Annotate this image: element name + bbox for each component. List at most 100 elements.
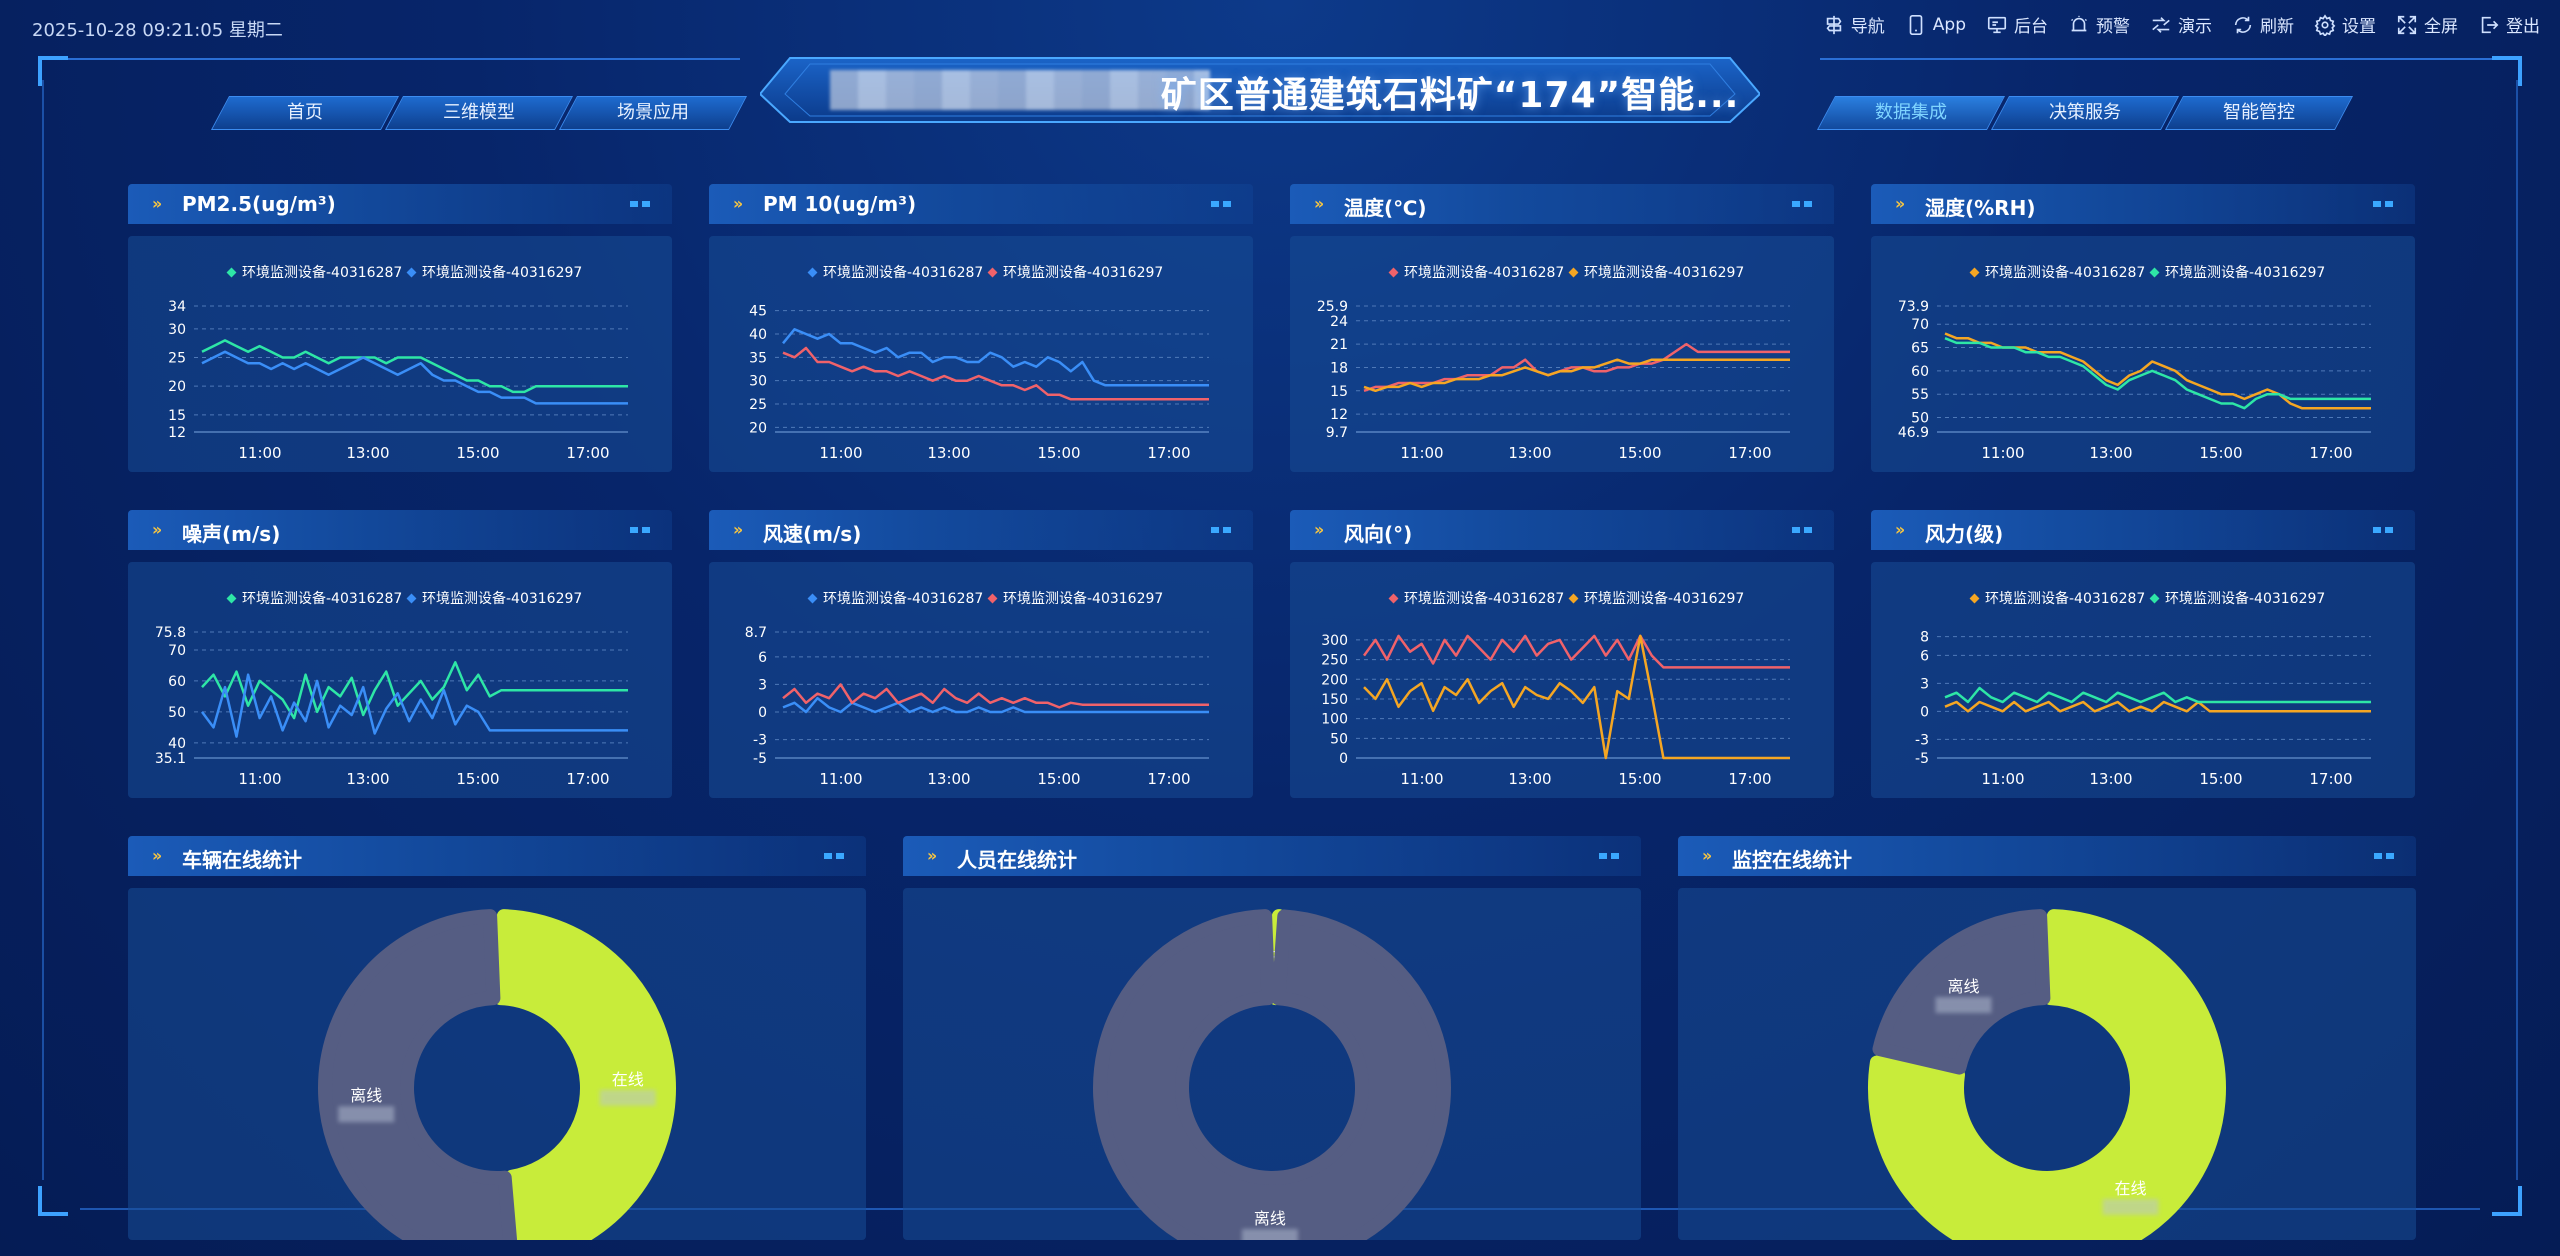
panel-header: ›› 噪声(m/s) <box>128 510 672 550</box>
legend-item[interactable]: 环境监测设备-40316287 <box>807 264 984 281</box>
y-tick-label: 150 <box>1321 692 1348 708</box>
slice-value-redacted <box>338 1106 395 1123</box>
gear-icon <box>2314 13 2336 36</box>
x-tick-label: 11:00 <box>1981 444 2024 462</box>
legend-item[interactable]: 环境监测设备-40316297 <box>2149 590 2326 607</box>
x-tick-label: 11:00 <box>1400 770 1443 788</box>
y-tick-label: 46.9 <box>1898 425 1929 441</box>
app-action-button[interactable]: App <box>1905 12 1966 37</box>
x-tick-label: 17:00 <box>566 770 609 788</box>
demo-action-button[interactable]: 演示 <box>2150 12 2212 37</box>
nav-tab-scene-app[interactable]: 场景应用 <box>558 96 748 130</box>
header-dots-icon <box>824 853 846 859</box>
line-chart-temp: 环境监测设备-40316287 环境监测设备-40316297 9.7 12 15 18 2… <box>1317 264 1790 462</box>
panel-header: ›› 风速(m/s) <box>709 510 1253 550</box>
panel-vehicles: ›› 车辆在线统计 在线 离线 <box>128 836 866 1256</box>
alarm-action-button[interactable]: 预警 <box>2068 12 2130 37</box>
pie-slice-offline[interactable] <box>318 909 519 1256</box>
refresh-icon <box>2234 16 2252 33</box>
series-line <box>201 350 628 405</box>
shuffle-icon <box>2152 16 2170 33</box>
logout-action-button[interactable]: 登出 <box>2478 12 2540 37</box>
series-line <box>1944 700 2371 713</box>
panel-title: 风向(°) <box>1344 522 1413 546</box>
frame-top-right-line <box>1820 58 2500 60</box>
panel-people: ›› 人员在线统计 在线离线 <box>903 836 1641 1256</box>
legend-item[interactable]: 环境监测设备-40316297 <box>2149 264 2326 281</box>
header-dots-icon <box>1211 201 1233 207</box>
panel-pm10: ›› PM 10(ug/m³) 环境监测设备-40316287 环境监测设备-40… <box>709 184 1253 472</box>
panel-header: ›› 风向(°) <box>1290 510 1834 550</box>
double-chevron-icon: ›› <box>152 194 162 213</box>
panel-noise: ›› 噪声(m/s) 环境监测设备-40316287 环境监测设备-4031629… <box>128 510 672 798</box>
header-dots-icon <box>2373 527 2395 533</box>
x-tick-label: 13:00 <box>927 444 970 462</box>
slice-label: 离线 <box>350 1086 382 1105</box>
x-tick-label: 11:00 <box>819 444 862 462</box>
x-tick-label: 15:00 <box>1037 444 1080 462</box>
legend-label: 环境监测设备-40316287 <box>1985 264 2145 281</box>
double-chevron-icon: ›› <box>927 846 937 865</box>
x-tick-label: 17:00 <box>1147 770 1190 788</box>
line-chart-pm25: 环境监测设备-40316287 环境监测设备-40316297 1215 20 25 30… <box>168 264 628 462</box>
x-tick-label: 11:00 <box>238 770 281 788</box>
line-chart-winddir: 环境监测设备-40316287 环境监测设备-40316297 0 50 100 150 2… <box>1321 590 1790 788</box>
legend-item[interactable]: 环境监测设备-40316287 <box>226 264 403 281</box>
legend-item[interactable]: 环境监测设备-40316287 <box>1388 264 1565 281</box>
legend-item[interactable]: 环境监测设备-40316287 <box>1969 590 2146 607</box>
legend-item[interactable]: 环境监测设备-40316287 <box>226 590 403 607</box>
frame-top-left-line <box>60 58 740 60</box>
header-dots-icon <box>630 527 652 533</box>
pie-slice-offline[interactable] <box>1093 909 1451 1256</box>
nav-tab-smart-control[interactable]: 智能管控 <box>2164 96 2354 130</box>
y-tick-label: 9.7 <box>1326 425 1348 441</box>
slice-label: 离线 <box>1254 1209 1286 1228</box>
panel-title: PM2.5(ug/m³) <box>182 192 336 216</box>
nav-tab-home[interactable]: 首页 <box>210 96 400 130</box>
legend-label: 环境监测设备-40316287 <box>1985 590 2145 607</box>
panel-header: ›› PM2.5(ug/m³) <box>128 184 672 224</box>
nav-tab-3d-model[interactable]: 三维模型 <box>384 96 574 130</box>
legend-item[interactable]: 环境监测设备-40316297 <box>1568 264 1745 281</box>
panel-body: 环境监测设备-40316287 环境监测设备-40316297 46.9 50 55 60… <box>1871 236 2415 472</box>
line-chart-windspeed: 环境监测设备-40316287 环境监测设备-40316297 -5 -3 0 3 6 8.7… <box>745 590 1209 788</box>
fullscreen-action-button[interactable]: 全屏 <box>2396 12 2458 37</box>
slice-value-redacted <box>2102 1198 2159 1215</box>
legend-item[interactable]: 环境监测设备-40316287 <box>807 590 984 607</box>
top-bar: 2025-10-28 09:21:05 星期二 导航 App 后台 预警 演示 … <box>0 0 2560 56</box>
settings-action-button[interactable]: 设置 <box>2314 12 2376 37</box>
legend-item[interactable]: 环境监测设备-40316297 <box>987 590 1164 607</box>
refresh-action-button[interactable]: 刷新 <box>2232 12 2294 37</box>
page-title: 矿区普通建筑石料矿“174”智能... <box>1160 75 1740 116</box>
backend-action-button[interactable]: 后台 <box>1986 12 2048 37</box>
legend-item[interactable]: 环境监测设备-40316287 <box>1969 264 2146 281</box>
x-tick-label: 17:00 <box>1728 770 1771 788</box>
fullscreen-icon <box>2397 15 2417 34</box>
legend-label: 环境监测设备-40316287 <box>823 590 983 607</box>
y-tick-label: -3 <box>1915 732 1929 748</box>
legend-item[interactable]: 环境监测设备-40316297 <box>406 590 583 607</box>
legend-marker <box>1969 593 1980 604</box>
y-tick-label: 50 <box>1911 411 1929 427</box>
alarm-bell-icon <box>2071 15 2087 31</box>
panel-body: 环境监测设备-40316287 环境监测设备-40316297 20 25 30 35 40… <box>709 236 1253 472</box>
series-line <box>200 673 628 738</box>
frame-corner-bl <box>38 1186 68 1216</box>
y-tick-label: 200 <box>1321 672 1348 688</box>
slice-label: 在线 <box>612 1070 644 1089</box>
nav-tab-data-integration[interactable]: 数据集成 <box>1816 96 2006 130</box>
legend-label: 环境监测设备-40316287 <box>1404 264 1564 281</box>
legend-marker <box>1568 593 1579 604</box>
y-tick-label: 15 <box>1330 384 1348 400</box>
legend-item[interactable]: 环境监测设备-40316297 <box>1568 590 1745 607</box>
nav-tab-decision-service[interactable]: 决策服务 <box>1990 96 2180 130</box>
y-tick-label: 0 <box>1920 704 1929 720</box>
legend-item[interactable]: 环境监测设备-40316297 <box>406 264 583 281</box>
legend-item[interactable]: 环境监测设备-40316297 <box>987 264 1164 281</box>
legend-item[interactable]: 环境监测设备-40316287 <box>1388 590 1565 607</box>
double-chevron-icon: ›› <box>1895 520 1905 539</box>
nav-action-button[interactable]: 导航 <box>1823 12 1885 37</box>
y-tick-label: 24 <box>1330 314 1348 330</box>
panel-header: ›› 湿度(%RH) <box>1871 184 2415 224</box>
y-tick-label: 30 <box>168 322 186 338</box>
